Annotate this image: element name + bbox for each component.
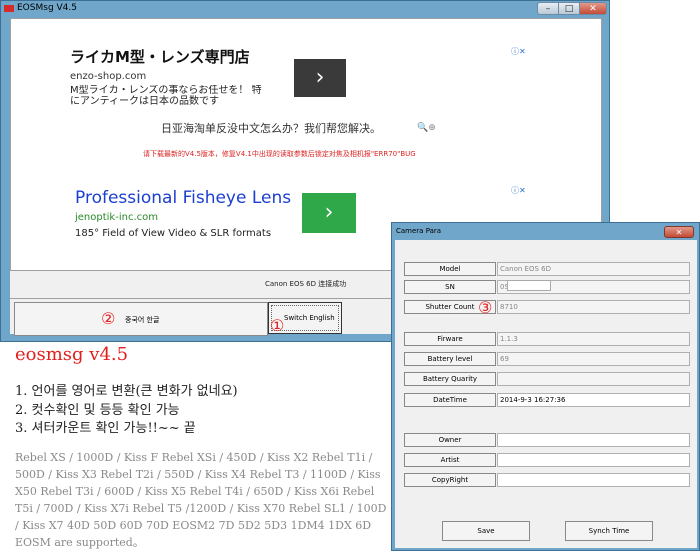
copyright-label-button[interactable]: CopyRight <box>404 473 496 487</box>
sn-label-button[interactable]: SN <box>404 280 496 294</box>
camera-para-window: Camera Para ✕ Model Canon EOS 6D SN 0S S… <box>391 222 700 551</box>
main-window-title: EOSMsg V4.5 <box>17 3 77 13</box>
annotation-marker-2: ② <box>101 309 116 328</box>
ad1-arrow-button[interactable]: › <box>294 59 346 97</box>
ad1-title[interactable]: ライカM型・レンズ専門店 <box>70 46 250 67</box>
blog-list-item: 3. 셔터카운트 확인 가능!!~~ 끝 <box>15 421 196 436</box>
model-value: Canon EOS 6D <box>497 262 690 276</box>
artist-input[interactable] <box>497 453 690 467</box>
blog-list-item: 1. 언어를 영어로 변환(큰 변화가 없네요) <box>15 384 238 399</box>
ad2-adchoices-icon[interactable]: ⓘ✕ <box>511 185 526 196</box>
model-label-button[interactable]: Model <box>404 262 496 276</box>
switch-hangul-label: 중국어 한글 <box>125 316 160 324</box>
camera-para-client: Model Canon EOS 6D SN 0S Shutter Count 8… <box>395 240 697 548</box>
ad2-arrow-button[interactable]: › <box>302 193 356 233</box>
ad1-adchoices-icon[interactable]: ⓘ✕ <box>511 46 526 57</box>
notice-update-red: 请下载最新的V4.5版本，修复V4.1中出现的读取参数后锁定对焦及相机报"ERR… <box>143 150 416 158</box>
camera-status-text: Canon EOS 6D 连接成功 <box>265 280 347 288</box>
main-titlebar[interactable]: EOSMsg V4.5 – □ ✕ <box>1 1 609 17</box>
datetime-label-button[interactable]: DateTime <box>404 393 496 407</box>
copyright-input[interactable] <box>497 473 690 487</box>
annotation-marker-3: ③ <box>478 298 493 317</box>
camera-para-title: Camera Para <box>396 227 442 235</box>
ad2-title[interactable]: Professional Fisheye Lens <box>75 188 291 208</box>
battery-level-label-button[interactable]: Battery level <box>404 352 496 366</box>
owner-label-button[interactable]: Owner <box>404 433 496 447</box>
ad1-description: M型ライカ・レンズの事ならお任せを！ 特にアンティークは日本の品数です <box>70 85 262 105</box>
notice-chinese: 日亚海淘单反没中文怎么办？我们帮您解决。 <box>161 122 381 135</box>
blog-list-item: 2. 컷수확인 및 등등 확인 가능 <box>15 403 180 418</box>
app-flag-icon <box>4 5 14 12</box>
supported-models-text: Rebel XS / 1000D / Kiss F Rebel XSi / 45… <box>15 451 387 549</box>
battery-quality-label-button[interactable]: Battery Quarity <box>404 372 496 386</box>
switch-english-label: Switch English <box>284 314 335 322</box>
camera-para-close-button[interactable]: ✕ <box>664 226 694 238</box>
save-button[interactable]: Save <box>442 521 530 541</box>
ad2-url[interactable]: jenoptik-inc.com <box>75 212 158 223</box>
ad1-url[interactable]: enzo-shop.com <box>70 71 146 82</box>
datetime-input[interactable]: 2014-9-3 16:27:36 <box>497 393 690 407</box>
shutter-count-value: 8710 <box>497 300 690 314</box>
ad2-description: 185° Field of View Video & SLR formats <box>75 228 272 239</box>
notice-emoji-icon: 🔍⊕ <box>417 123 436 133</box>
firmware-value: 1.1.3 <box>497 332 690 346</box>
annotation-marker-1: ① <box>270 316 285 335</box>
battery-level-value: 69 <box>497 352 690 366</box>
owner-input[interactable] <box>497 433 690 447</box>
maximize-button[interactable]: □ <box>558 2 580 15</box>
close-button[interactable]: ✕ <box>579 2 607 15</box>
sn-inner-field <box>507 280 551 291</box>
synch-time-button[interactable]: Synch Time <box>565 521 653 541</box>
blog-heading: eosmsg v4.5 <box>15 344 129 365</box>
minimize-button[interactable]: – <box>537 2 559 15</box>
firmware-label-button[interactable]: Firware <box>404 332 496 346</box>
artist-label-button[interactable]: Artist <box>404 453 496 467</box>
battery-quality-value <box>497 372 690 386</box>
